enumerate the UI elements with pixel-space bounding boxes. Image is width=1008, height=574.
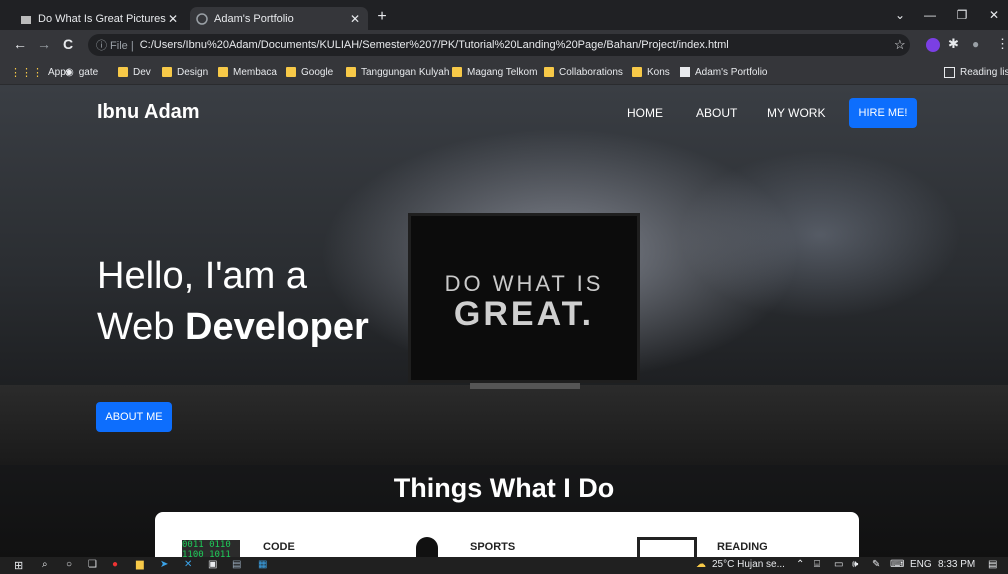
folder-icon (632, 67, 642, 77)
maximize-button[interactable]: ❐ (948, 8, 976, 22)
vscode-icon[interactable]: ✕ (184, 559, 192, 570)
code-binary-icon: 0011 0110 1100 1011 (182, 540, 240, 557)
about-me-button[interactable]: ABOUT ME (96, 402, 172, 432)
bookmark-adams-portfolio[interactable]: Adam's Portfolio (680, 64, 768, 80)
tab-title: Do What Is Great Pictures | Down (38, 12, 166, 25)
minimize-button[interactable]: — (916, 8, 944, 22)
notifications-icon[interactable]: ▤ (988, 559, 997, 570)
touch-keyboard-icon[interactable]: ⌨ (890, 559, 904, 570)
clock[interactable]: 8:33 PM (938, 559, 975, 570)
extensions-puzzle-icon[interactable]: ✱ (948, 36, 959, 52)
folder-icon (346, 67, 356, 77)
bookmark-design[interactable]: Design (162, 64, 208, 80)
profile-icon[interactable]: ● (972, 37, 979, 51)
folder-icon (218, 67, 228, 77)
show-hidden-icons-icon[interactable]: ⌃ (796, 559, 804, 570)
site-info-label[interactable]: ⓘ File | (96, 37, 134, 53)
reading-list-button[interactable]: Reading list (944, 64, 1008, 80)
close-tab-icon[interactable]: ✕ (166, 12, 180, 26)
hire-me-button[interactable]: HIRE ME! (849, 98, 917, 128)
bookmark-tanggungan-kulyah[interactable]: Tanggungan Kulyah (346, 64, 449, 80)
bookmark-kons[interactable]: Kons (632, 64, 670, 80)
file-explorer-icon[interactable]: ▆ (136, 559, 144, 570)
page-viewport: DO WHAT IS GREAT. Ibnu Adam HOME ABOUT M… (0, 85, 1008, 557)
battery-icon[interactable]: ▭ (834, 559, 843, 570)
windows-start-icon[interactable]: ⊞ (14, 559, 23, 572)
address-bar[interactable]: ⓘ File | C:/Users/Ibnu%20Adam/Documents/… (88, 34, 910, 56)
search-icon[interactable]: ⌕ (42, 559, 48, 570)
forward-button[interactable]: → (34, 36, 54, 52)
bookmark-star-icon[interactable]: ☆ (894, 37, 906, 53)
word-icon[interactable]: ▦ (258, 559, 267, 570)
nav-home-link[interactable]: HOME (627, 106, 663, 120)
folder-icon (162, 67, 172, 77)
bookmark-collaborations[interactable]: Collaborations (544, 64, 623, 80)
task-view-icon[interactable]: ❏ (88, 559, 97, 570)
bookmark-dev[interactable]: Dev (118, 64, 151, 80)
monitor-caption-line2: GREAT. (453, 295, 595, 333)
bookmark-magang-telkom[interactable]: Magang Telkom (452, 64, 537, 80)
reload-button[interactable]: C (58, 36, 78, 52)
network-icon[interactable]: ⌸ (814, 559, 820, 570)
folder-icon (544, 67, 554, 77)
tab-adams-portfolio[interactable]: Adam's Portfolio ✕ (190, 7, 368, 30)
hero-background-stand (470, 383, 580, 389)
volume-icon[interactable]: 🕪 (852, 559, 858, 570)
url-text: C:/Users/Ibnu%20Adam/Documents/KULIAH/Se… (139, 39, 729, 51)
back-button[interactable]: ← (10, 36, 30, 52)
close-window-button[interactable]: ✕ (980, 8, 1008, 22)
bookmark-apps[interactable]: ⋮⋮⋮ Apps (10, 64, 71, 80)
extension-icon[interactable] (926, 38, 940, 52)
image-favicon-icon (20, 13, 32, 25)
folder-icon (118, 67, 128, 77)
reading-list-icon (944, 66, 955, 78)
section-title: Things What I Do (393, 473, 615, 503)
sports-person-icon (416, 537, 438, 557)
bookmark-gate[interactable]: ◉ gate (65, 64, 98, 80)
bookmark-membaca[interactable]: Membaca (218, 64, 277, 80)
apps-grid-icon: ⋮⋮⋮ (10, 66, 43, 79)
telegram-icon[interactable]: ➤ (160, 559, 168, 570)
app-icon[interactable]: ▣ (208, 559, 217, 570)
tab-search-icon[interactable]: ⌄ (886, 8, 914, 22)
nav-about-link[interactable]: ABOUT (696, 106, 737, 120)
service-reading-label: READING (717, 541, 768, 553)
menu-kebab-icon[interactable]: ⋮ (996, 36, 1008, 52)
new-tab-button[interactable]: + (372, 8, 392, 26)
folder-icon (452, 67, 462, 77)
tab-do-what-is-great[interactable]: Do What Is Great Pictures | Down ✕ (14, 7, 186, 30)
page-favicon-icon (680, 67, 690, 77)
gate-icon: ◉ (65, 66, 74, 78)
tab-title: Adam's Portfolio (214, 12, 294, 25)
cortana-icon[interactable]: ○ (66, 559, 72, 570)
reading-book-icon (637, 537, 697, 557)
language-indicator[interactable]: ENG (910, 559, 932, 570)
weather-icon[interactable]: ☁ (696, 559, 706, 570)
pen-icon[interactable]: ✎ (872, 559, 880, 570)
service-sports-label: SPORTS (470, 541, 516, 553)
site-brand[interactable]: Ibnu Adam (97, 101, 200, 124)
close-tab-icon[interactable]: ✕ (348, 12, 362, 26)
weather-text[interactable]: 25°C Hujan se... (712, 559, 785, 570)
chrome-taskbar-icon[interactable]: ● (112, 559, 118, 570)
app-icon[interactable]: ▤ (232, 559, 241, 570)
monitor-caption-line1: DO WHAT IS (444, 271, 604, 296)
globe-favicon-icon (196, 12, 208, 25)
service-code-label: CODE (263, 541, 295, 553)
hero-heading-line2: Web Developer (97, 306, 369, 348)
bookmark-google[interactable]: Google (286, 64, 333, 80)
hero-heading-line1: Hello, I'am a (97, 255, 308, 297)
nav-my-work-link[interactable]: MY WORK (767, 106, 825, 120)
folder-icon (286, 67, 296, 77)
